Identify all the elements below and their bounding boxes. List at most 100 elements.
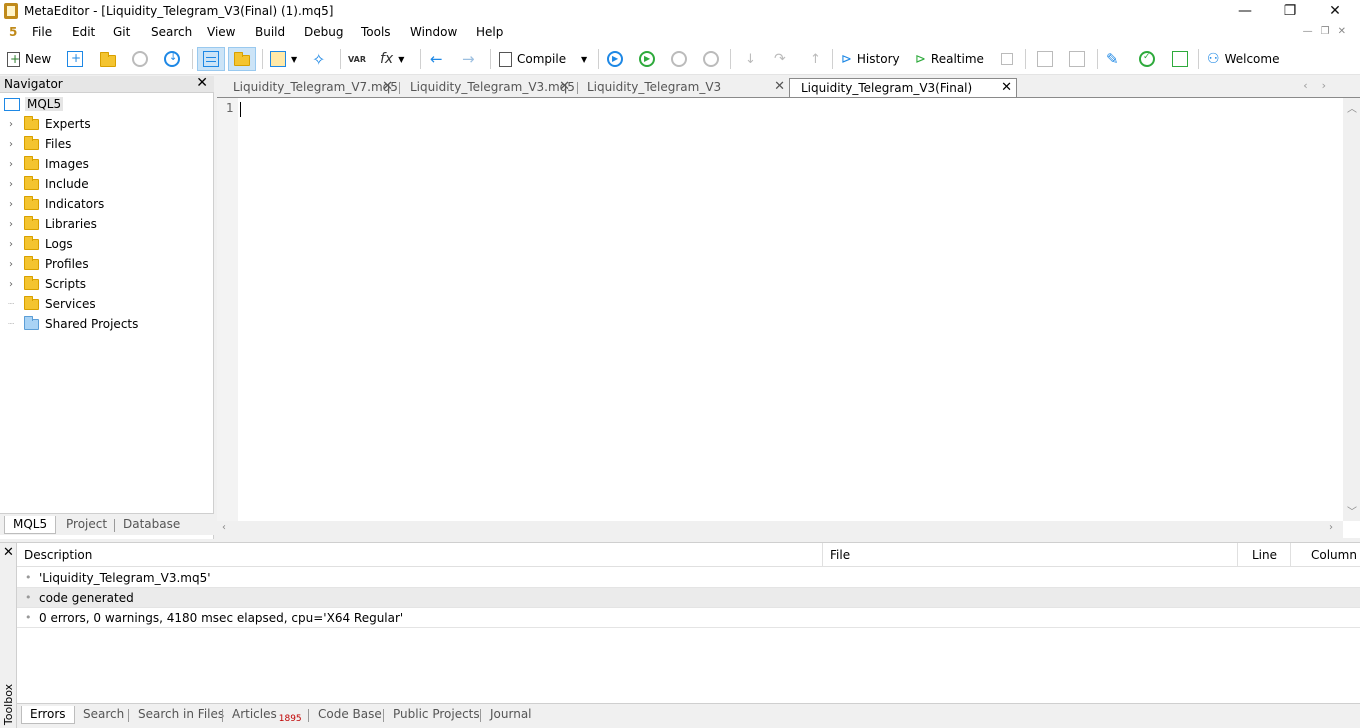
chevron-right-icon[interactable]: › (6, 159, 16, 170)
message-row[interactable]: 'Liquidity_Telegram_V3.mq5' (17, 568, 1360, 588)
tree-item-indicators[interactable]: › Indicators (6, 194, 104, 214)
message-row[interactable]: code generated (17, 588, 1360, 608)
code-editor[interactable]: 1 ︿ ﹀ ‹ › (217, 97, 1360, 538)
welcome-button[interactable]: ⚇ Welcome (1207, 48, 1279, 70)
tab-code-base[interactable]: Code Base (310, 706, 390, 724)
column-file[interactable]: File (823, 543, 850, 567)
editor-tab-v3[interactable]: Liquidity_Telegram_V3.mq5 ✕ (396, 78, 575, 97)
pause-button[interactable] (671, 48, 687, 70)
chevron-right-icon[interactable]: › (6, 119, 16, 130)
chevron-right-icon[interactable]: › (6, 259, 16, 270)
tab-database[interactable]: Database (115, 516, 188, 534)
copy-button[interactable] (1037, 48, 1053, 70)
tab-public-projects[interactable]: Public Projects (385, 706, 488, 724)
tab-journal[interactable]: Journal (482, 706, 540, 724)
scroll-down-icon[interactable]: ﹀ (1347, 503, 1357, 518)
maximize-button[interactable]: ❐ (1267, 0, 1313, 23)
navigate-forward-button[interactable]: → (462, 48, 475, 70)
close-icon[interactable]: ✕ (382, 78, 393, 96)
tree-item-services[interactable]: ┈ Services (6, 294, 96, 314)
close-icon[interactable]: ✕ (774, 78, 785, 96)
history-button[interactable]: ⊳ History (841, 48, 900, 70)
editor-tab-v7[interactable]: Liquidity_Telegram_V7.mq5 ✕ (219, 78, 398, 97)
step-out-button[interactable]: ↑ (810, 48, 821, 70)
compile-button[interactable]: Compile (499, 48, 566, 70)
chevron-right-icon[interactable]: › (6, 199, 16, 210)
tree-item-profiles[interactable]: › Profiles (6, 254, 89, 274)
tab-mql5[interactable]: MQL5 (4, 516, 57, 534)
tree-item-files[interactable]: › Files (6, 134, 71, 154)
terminal-button[interactable] (1172, 48, 1188, 70)
menu-tools[interactable]: Tools (361, 25, 391, 39)
scroll-right-icon[interactable]: › (1329, 522, 1333, 533)
step-over-button[interactable]: ↷ (774, 48, 786, 70)
start-debug-history-button[interactable]: ▶ (607, 48, 623, 70)
menu-edit[interactable]: Edit (72, 25, 95, 39)
close-icon[interactable]: ✕ (196, 75, 208, 91)
close-icon[interactable]: ✕ (3, 545, 14, 560)
new-button[interactable]: + New (7, 48, 51, 70)
tree-item-logs[interactable]: › Logs (6, 234, 73, 254)
stop-button[interactable] (703, 48, 719, 70)
paste-dropdown-button[interactable]: ▼ (270, 48, 297, 70)
mdi-window-controls[interactable]: —❐✕ (1303, 26, 1354, 37)
menu-help[interactable]: Help (476, 25, 503, 39)
tab-errors[interactable]: Errors (21, 706, 75, 724)
insert-variable-button[interactable]: VAR (348, 48, 366, 70)
tab-search-in-files[interactable]: Search in Files (130, 706, 232, 724)
chevron-right-icon[interactable]: › (6, 239, 16, 250)
scroll-up-icon[interactable]: ︿ (1347, 100, 1357, 115)
ai-assistant-button[interactable]: ✧ (312, 48, 325, 70)
tree-item-experts[interactable]: › Experts (6, 114, 91, 134)
toggle-toolbox-button[interactable] (228, 47, 256, 71)
tree-item-include[interactable]: › Include (6, 174, 89, 194)
tree-item-libraries[interactable]: › Libraries (6, 214, 97, 234)
tab-articles[interactable]: Articles 1895 (224, 706, 310, 724)
close-button[interactable]: ✕ (1312, 0, 1358, 23)
minimize-button[interactable]: — (1222, 0, 1268, 23)
realtime-button[interactable]: ⊳ Realtime (915, 48, 984, 70)
chevron-right-icon[interactable]: › (6, 279, 16, 290)
start-debug-button[interactable]: ▶ (639, 48, 655, 70)
menu-build[interactable]: Build (255, 25, 285, 39)
tree-item-scripts[interactable]: › Scripts (6, 274, 86, 294)
save-button[interactable] (132, 48, 148, 70)
toggle-navigator-button[interactable] (197, 47, 225, 71)
column-description[interactable]: Description (17, 543, 92, 567)
chevron-right-icon[interactable]: › (6, 179, 16, 190)
column-column[interactable]: Column (1304, 543, 1357, 567)
menu-debug[interactable]: Debug (304, 25, 343, 39)
navigate-back-button[interactable]: ← (430, 48, 443, 70)
scroll-left-icon[interactable]: ‹ (222, 522, 226, 533)
tab-project[interactable]: Project (58, 516, 115, 534)
column-line[interactable]: Line (1245, 543, 1277, 567)
tree-item-shared-projects[interactable]: ┈ Shared Projects (6, 314, 138, 334)
editor-tab-v3-final-1[interactable]: Liquidity_Telegram_V3(Final) (1).mq5 ✕ (789, 78, 1017, 113)
tree-root-mql5[interactable]: MQL5 (4, 94, 64, 114)
tree-item-images[interactable]: › Images (6, 154, 89, 174)
save-all-button[interactable]: ↓ (164, 48, 180, 70)
stop-profiling-button[interactable] (1001, 48, 1013, 70)
menu-git[interactable]: Git (113, 25, 130, 39)
chevron-right-icon[interactable]: › (6, 139, 16, 150)
find-button[interactable] (1069, 48, 1085, 70)
styler-button[interactable]: ✎ (1106, 48, 1119, 70)
tab-search[interactable]: Search (75, 706, 132, 724)
compile-dropdown[interactable]: ▼ (581, 48, 587, 70)
menu-file[interactable]: File (32, 25, 52, 39)
open-button[interactable] (100, 48, 116, 70)
tab-scroll-arrows[interactable]: ‹› (1303, 79, 1340, 92)
insert-function-button[interactable]: fx ▼ (380, 48, 404, 70)
create-project-button[interactable]: + (67, 48, 83, 70)
close-icon[interactable]: ✕ (559, 78, 570, 96)
message-row[interactable]: 0 errors, 0 warnings, 4180 msec elapsed,… (17, 608, 1360, 628)
menu-view[interactable]: View (207, 25, 235, 39)
cloud-button[interactable]: ✓ (1139, 48, 1155, 70)
close-icon[interactable]: ✕ (1001, 79, 1012, 97)
menu-search[interactable]: Search (151, 25, 192, 39)
menu-window[interactable]: Window (410, 25, 457, 39)
vertical-scrollbar[interactable]: ︿ ﹀ (1343, 98, 1360, 521)
editor-tab-v3-final[interactable]: Liquidity_Telegram_V3 (Final).mq5 ✕ (573, 78, 789, 112)
horizontal-scrollbar[interactable]: ‹ › (217, 521, 1343, 538)
chevron-right-icon[interactable]: › (6, 219, 16, 230)
